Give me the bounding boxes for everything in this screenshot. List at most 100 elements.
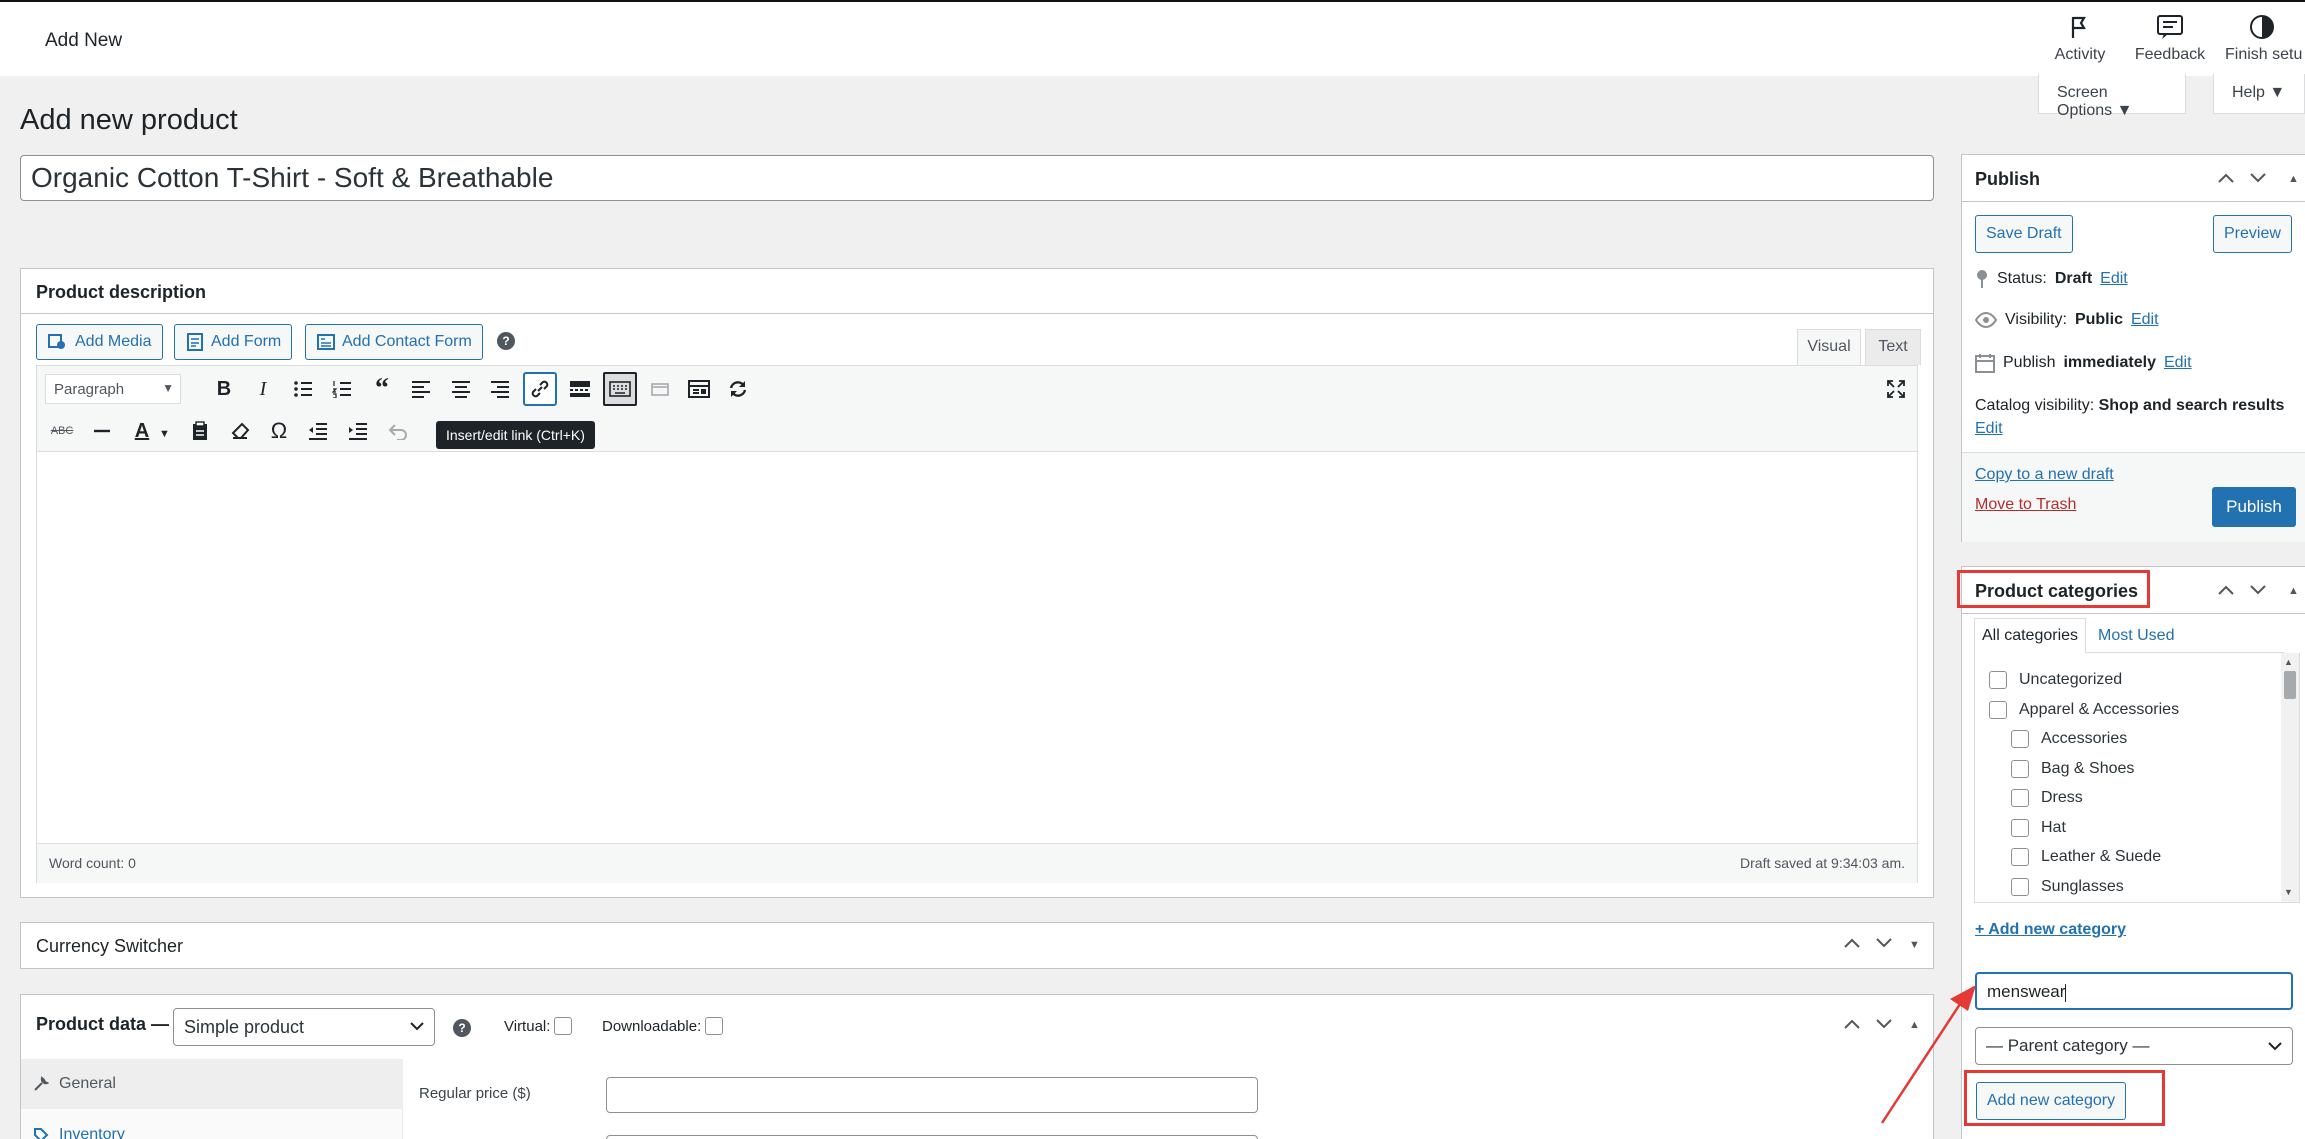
bullet-list-button[interactable] bbox=[286, 372, 320, 406]
help-icon[interactable]: ? bbox=[497, 332, 515, 350]
tab-all-categories[interactable]: All categories bbox=[1974, 618, 2086, 654]
bold-button[interactable]: B bbox=[207, 372, 241, 406]
category-scrollbar[interactable]: ▲ ▼ bbox=[2281, 653, 2299, 902]
help-icon[interactable]: ? bbox=[453, 1019, 471, 1037]
category-checkbox[interactable] bbox=[1989, 700, 2007, 719]
category-item[interactable]: Hat bbox=[2011, 815, 2066, 841]
move-down-icon[interactable] bbox=[2249, 171, 2267, 185]
align-left-button[interactable] bbox=[404, 372, 438, 406]
move-up-icon[interactable] bbox=[2217, 171, 2235, 185]
category-item[interactable]: Dress bbox=[2011, 785, 2083, 811]
text-color-button[interactable]: A bbox=[125, 414, 159, 448]
fullscreen-button[interactable] bbox=[1879, 372, 1913, 406]
category-item[interactable]: Leather & Suede bbox=[2011, 844, 2161, 870]
numbered-list-button[interactable] bbox=[325, 372, 359, 406]
add-media-button[interactable]: Add Media bbox=[36, 324, 163, 360]
copy-draft-link[interactable]: Copy to a new draft bbox=[1975, 466, 2114, 484]
edit-catalog-link[interactable]: Edit bbox=[1975, 420, 2003, 438]
undo-button[interactable] bbox=[381, 414, 415, 448]
virtual-checkbox[interactable] bbox=[554, 1017, 573, 1035]
regular-price-input[interactable] bbox=[606, 1077, 1258, 1113]
add-new-category-link[interactable]: + Add new category bbox=[1975, 921, 2126, 939]
category-item[interactable]: Bag & Shoes bbox=[2011, 756, 2134, 782]
scrollbar-thumb[interactable] bbox=[2284, 671, 2296, 699]
edit-publish-link[interactable]: Edit bbox=[2164, 354, 2192, 372]
move-up-icon[interactable] bbox=[1843, 936, 1861, 950]
product-title-input[interactable]: Organic Cotton T-Shirt - Soft & Breathab… bbox=[20, 155, 1934, 201]
move-down-icon[interactable] bbox=[1875, 936, 1893, 950]
move-to-trash-link[interactable]: Move to Trash bbox=[1975, 496, 2076, 514]
refresh-button[interactable] bbox=[721, 372, 755, 406]
add-form-button[interactable]: Add Form bbox=[174, 324, 293, 360]
indent-button[interactable] bbox=[341, 414, 375, 448]
category-item[interactable]: Sunglasses bbox=[2011, 874, 2124, 900]
category-label: Apparel & Accessories bbox=[2019, 700, 2180, 718]
insert-link-button[interactable] bbox=[523, 372, 557, 406]
align-right-button[interactable] bbox=[483, 372, 517, 406]
edit-status-link[interactable]: Edit bbox=[2100, 270, 2128, 288]
tab-visual[interactable]: Visual bbox=[1797, 329, 1861, 365]
media-icon bbox=[48, 334, 65, 349]
blockquote-button[interactable]: “ bbox=[365, 372, 399, 406]
toggle-panel-icon[interactable]: ▲ bbox=[2288, 585, 2299, 597]
move-up-icon[interactable] bbox=[1843, 1017, 1861, 1031]
scroll-down-icon[interactable]: ▼ bbox=[2284, 887, 2293, 897]
toggle-panel-icon[interactable]: ▲ bbox=[2288, 173, 2299, 185]
chevron-down-icon bbox=[410, 1022, 424, 1031]
horizontal-line-button[interactable] bbox=[85, 414, 119, 448]
toggle-panel-icon[interactable]: ▼ bbox=[1909, 939, 1920, 951]
downloadable-option: Downloadable: bbox=[602, 1017, 724, 1035]
parent-category-select[interactable]: — Parent category — bbox=[1975, 1027, 2293, 1065]
paste-text-button[interactable] bbox=[183, 414, 217, 448]
category-label: Accessories bbox=[2041, 730, 2128, 747]
special-character-button[interactable]: Ω bbox=[262, 414, 296, 448]
italic-button[interactable]: I bbox=[246, 372, 280, 406]
screen-options-toggle[interactable]: Screen Options ▼ bbox=[2038, 74, 2186, 119]
align-center-button[interactable] bbox=[444, 372, 478, 406]
category-item[interactable]: Uncategorized bbox=[1989, 667, 2122, 693]
sale-price-input[interactable] bbox=[606, 1135, 1258, 1139]
read-more-button[interactable] bbox=[563, 372, 597, 406]
move-up-icon[interactable] bbox=[2217, 583, 2235, 597]
category-checkbox[interactable] bbox=[2011, 789, 2029, 807]
toolbar-toggle-button[interactable] bbox=[603, 372, 637, 406]
downloadable-checkbox[interactable] bbox=[705, 1017, 724, 1035]
category-item[interactable]: Accessories bbox=[2011, 726, 2127, 752]
tab-most-used[interactable]: Most Used bbox=[2098, 627, 2174, 645]
new-category-input[interactable]: menswear bbox=[1975, 972, 2293, 1010]
activity-button[interactable]: Activity bbox=[2035, 14, 2125, 64]
save-draft-button[interactable]: Save Draft bbox=[1975, 215, 2073, 253]
tab-text[interactable]: Text bbox=[1865, 329, 1921, 365]
horizontal-line-icon bbox=[94, 429, 110, 433]
clear-formatting-button[interactable] bbox=[223, 414, 257, 448]
category-checkbox[interactable] bbox=[2011, 818, 2029, 837]
preview-label: Preview bbox=[2224, 225, 2281, 242]
format-select[interactable]: Paragraph ▼ bbox=[45, 374, 181, 404]
category-checkbox[interactable] bbox=[1989, 671, 2007, 689]
editor-content-area[interactable] bbox=[37, 452, 1917, 842]
edit-visibility-link[interactable]: Edit bbox=[2131, 311, 2159, 329]
publish-button[interactable]: Publish bbox=[2212, 487, 2296, 527]
caret-down-icon[interactable]: ▼ bbox=[159, 428, 170, 440]
insert-block-button[interactable] bbox=[643, 372, 677, 406]
insert-template-button[interactable] bbox=[682, 372, 716, 406]
help-toggle[interactable]: Help ▼ bbox=[2213, 74, 2305, 114]
feedback-button[interactable]: Feedback bbox=[2125, 14, 2215, 64]
category-checkbox[interactable] bbox=[2011, 730, 2029, 748]
tab-inventory[interactable]: Inventory bbox=[21, 1113, 403, 1139]
finish-setup-button[interactable]: Finish setu bbox=[2225, 14, 2305, 64]
product-type-value: Simple product bbox=[184, 1017, 305, 1037]
category-checkbox[interactable] bbox=[2011, 877, 2029, 896]
block-icon bbox=[651, 383, 669, 396]
tab-general[interactable]: General bbox=[21, 1059, 403, 1109]
move-down-icon[interactable] bbox=[2249, 583, 2267, 597]
preview-button[interactable]: Preview bbox=[2213, 215, 2292, 253]
add-contact-form-button[interactable]: Add Contact Form bbox=[305, 324, 483, 360]
outdent-button[interactable] bbox=[301, 414, 335, 448]
strikethrough-button[interactable]: ABC bbox=[45, 414, 79, 448]
category-checkbox[interactable] bbox=[2011, 759, 2029, 778]
product-type-select[interactable]: Simple product bbox=[173, 1008, 435, 1046]
scroll-up-icon[interactable]: ▲ bbox=[2284, 657, 2293, 667]
category-item[interactable]: Apparel & Accessories bbox=[1989, 697, 2179, 723]
category-checkbox[interactable] bbox=[2011, 848, 2029, 866]
